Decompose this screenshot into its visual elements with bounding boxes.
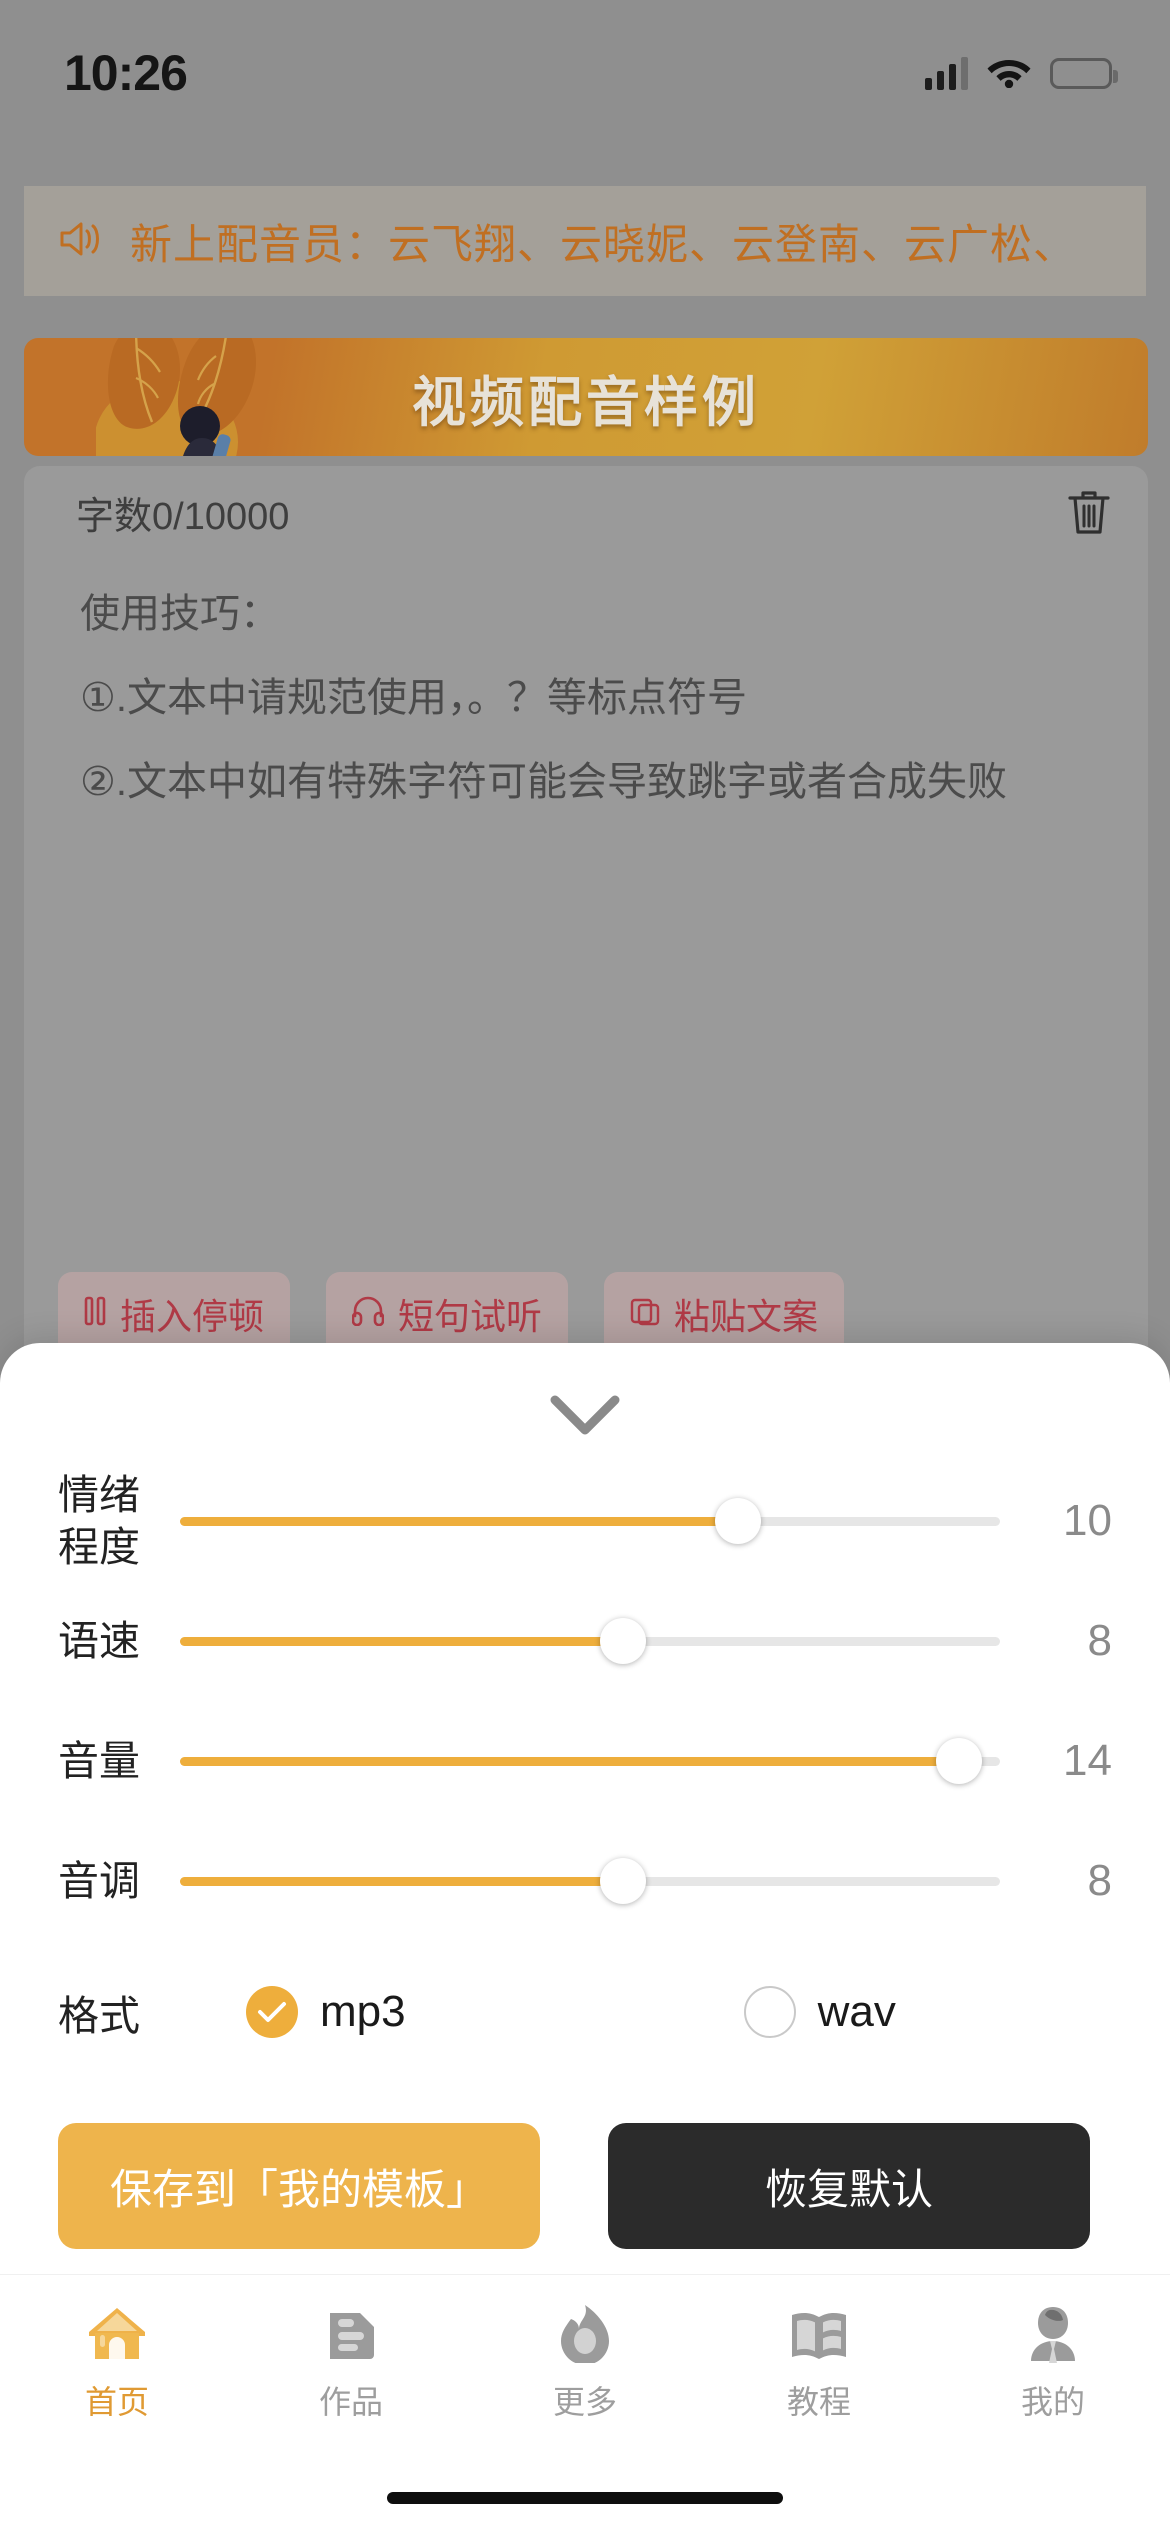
slider-track-volume: [180, 1738, 1000, 1784]
slider-fill-emotion: [180, 1516, 738, 1526]
slider-thumb-pitch[interactable]: [599, 1858, 646, 1904]
slider-label-emotion-line1: 情绪: [58, 1472, 140, 1518]
slider-thumb-emotion[interactable]: [714, 1498, 761, 1544]
slider-fill-volume: [180, 1756, 959, 1766]
slider-fill-speed: [180, 1636, 623, 1646]
slider-row-speed: 语速 8: [0, 1581, 1170, 1701]
tab-label-home: 首页: [84, 2383, 149, 2420]
save-template-button[interactable]: 保存到「我的模板」: [58, 2123, 540, 2249]
headphones-icon: [351, 1293, 385, 1335]
word-count-label: 字数0/10000: [76, 495, 290, 538]
format-option-wav-label: wav: [817, 1987, 896, 2036]
tab-label-works: 作品: [318, 2383, 383, 2420]
pause-icon: [84, 1293, 106, 1335]
battery-icon: [1050, 57, 1118, 89]
format-label: 格式: [58, 1993, 140, 2039]
slider-value-speed: 8: [1087, 1616, 1112, 1665]
slider-track-emotion: [180, 1498, 1000, 1544]
flame-icon: [557, 2299, 613, 2363]
slider-row-volume: 音量 14: [0, 1701, 1170, 1821]
home-indicator: [387, 2492, 783, 2504]
slider-row-emotion: 情绪 程度 10: [0, 1461, 1170, 1581]
restore-default-button[interactable]: 恢复默认: [608, 2123, 1090, 2249]
tips-heading: 使用技巧：: [80, 592, 280, 636]
tab-item-mine[interactable]: 我的: [936, 2299, 1170, 2423]
tip-line-1: ①.文本中请规范使用，。？等标点符号: [80, 676, 747, 720]
slider-volume[interactable]: [180, 1701, 1000, 1821]
format-option-wav[interactable]: wav: [743, 1986, 896, 2038]
slider-thumb-speed[interactable]: [599, 1618, 646, 1664]
slider-label-emotion-line2: 程度: [58, 1524, 140, 1570]
works-document-icon: [322, 2299, 380, 2363]
trash-icon[interactable]: [1066, 487, 1112, 537]
promo-banner-title: 视频配音样例: [412, 372, 760, 433]
paste-text-label: 粘贴文案: [674, 1296, 819, 1337]
slider-label-volume: 音量: [58, 1738, 140, 1784]
slider-speed[interactable]: [180, 1581, 1000, 1701]
tip-line-2: ②.文本中如有特殊字符可能会导致跳字或者合成失败: [80, 760, 1007, 804]
notice-text: 新上配音员：云飞翔、云晓妮、云登南、云广松、: [130, 220, 1077, 268]
slider-value-volume: 14: [1063, 1736, 1112, 1785]
promo-banner[interactable]: 视频配音样例: [24, 338, 1148, 456]
tab-item-home[interactable]: 首页: [0, 2299, 234, 2423]
person-icon: [1027, 2299, 1079, 2363]
chevron-down-icon: [549, 1394, 621, 1436]
radio-empty-icon: [743, 1986, 796, 2038]
status-time: 10:26: [64, 45, 188, 101]
collapse-sheet-button[interactable]: [0, 1343, 1170, 1461]
paste-icon: [630, 1293, 660, 1335]
wifi-icon: [986, 54, 1032, 93]
bottom-tab-bar: 首页 作品 更多 教程 我的: [0, 2274, 1170, 2446]
home-icon: [85, 2299, 149, 2363]
slider-value-emotion: 10: [1063, 1496, 1112, 1545]
tab-label-mine: 我的: [1020, 2383, 1085, 2420]
text-editor-card[interactable]: 字数0/10000 使用技巧： ①.文本中请规范使用，。？等标点符号 ②.文本中…: [24, 466, 1148, 1366]
book-icon: [788, 2299, 850, 2363]
slider-label-emotion: 情绪 程度: [58, 1469, 180, 1573]
slider-emotion[interactable]: [180, 1461, 1000, 1581]
format-option-mp3[interactable]: mp3: [246, 1986, 406, 2038]
slider-track-pitch: [180, 1858, 1000, 1904]
editor-placeholder-text: 使用技巧： ①.文本中请规范使用，。？等标点符号 ②.文本中如有特殊字符可能会导…: [80, 572, 1100, 824]
tab-label-more: 更多: [552, 2383, 617, 2420]
sheet-actions: 保存到「我的模板」 恢复默认: [0, 2123, 1170, 2249]
slider-track-speed: [180, 1618, 1000, 1664]
tab-item-tutorial[interactable]: 教程: [702, 2299, 936, 2423]
slider-pitch[interactable]: [180, 1821, 1000, 1941]
editor-header: 字数0/10000: [24, 466, 1148, 558]
tab-label-tutorial: 教程: [786, 2383, 851, 2420]
slider-value-pitch: 8: [1087, 1856, 1112, 1905]
format-row: 格式 mp3 wav: [0, 1949, 1170, 2075]
speaker-icon: [58, 217, 104, 266]
slider-label-speed: 语速: [58, 1618, 140, 1664]
tab-item-works[interactable]: 作品: [234, 2299, 468, 2423]
check-icon: [246, 1986, 298, 2038]
slider-fill-pitch: [180, 1876, 623, 1886]
voice-settings-sheet: 情绪 程度 10 语速 8 音量 14 音调 8 格式 mp3 wav 保存到「…: [0, 1343, 1170, 2532]
slider-label-pitch: 音调: [58, 1858, 140, 1904]
slider-row-pitch: 音调 8: [0, 1821, 1170, 1941]
tab-item-more[interactable]: 更多: [468, 2299, 702, 2423]
slider-thumb-volume[interactable]: [936, 1738, 982, 1784]
notice-banner[interactable]: 新上配音员：云飞翔、云晓妮、云登南、云广松、: [24, 186, 1146, 296]
cellular-signal-icon: [925, 56, 968, 90]
status-bar: 10:26: [0, 0, 1170, 120]
insert-pause-label: 插入停顿: [120, 1296, 265, 1337]
format-option-mp3-label: mp3: [320, 1987, 406, 2036]
preview-sentence-label: 短句试听: [398, 1296, 543, 1337]
status-indicators: [925, 54, 1118, 93]
